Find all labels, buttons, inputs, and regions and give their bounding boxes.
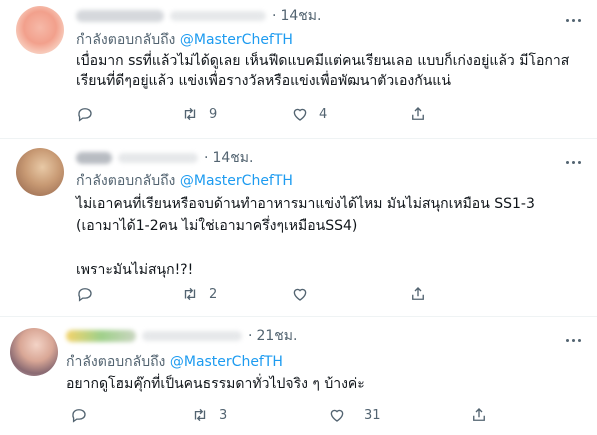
retweet-count: 9 — [209, 106, 218, 122]
author-name[interactable] — [66, 330, 136, 342]
retweet-icon — [194, 408, 206, 422]
tweet-3[interactable]: · 21ชม. กำลังตอบกลับถึง @MasterChefTH อย… — [0, 316, 597, 435]
share-icon — [412, 107, 424, 120]
action-bar: 2 — [76, 284, 536, 304]
reply-button[interactable] — [76, 284, 94, 304]
retweet-icon — [184, 107, 196, 121]
separator-dot: · — [204, 150, 209, 166]
like-count: 31 — [364, 407, 381, 423]
author-handle[interactable] — [118, 153, 198, 163]
more-icon[interactable] — [563, 12, 583, 28]
share-icon — [412, 287, 424, 300]
reply-button[interactable] — [76, 104, 94, 124]
reply-icon — [78, 108, 92, 122]
like-button[interactable] — [291, 284, 319, 304]
retweet-count: 2 — [209, 286, 218, 302]
retweet-button[interactable]: 9 — [181, 104, 217, 124]
mention-link[interactable]: @MasterChefTH — [170, 354, 283, 370]
reply-context: กำลังตอบกลับถึง @MasterChefTH — [66, 351, 283, 373]
reply-context: กำลังตอบกลับถึง @MasterChefTH — [76, 29, 293, 51]
like-icon — [293, 288, 307, 301]
reply-icon — [72, 409, 86, 423]
retweet-count: 3 — [219, 407, 228, 423]
reply-prefix: กำลังตอบกลับถึง — [76, 173, 176, 189]
tweet-text: เบื่อมาก ssที่แล้วไม่ได้ดูเลย เห็นฟีดแบค… — [76, 53, 570, 89]
mention-link[interactable]: @MasterChefTH — [180, 173, 293, 189]
mention-link[interactable]: @MasterChefTH — [180, 32, 293, 48]
tweet-time[interactable]: 21ชม. — [256, 325, 297, 347]
reply-prefix: กำลังตอบกลับถึง — [66, 354, 166, 370]
author-handle[interactable] — [170, 11, 266, 21]
reply-thread: · 14ชม. กำลังตอบกลับถึง @MasterChefTH เบ… — [0, 0, 597, 435]
more-icon[interactable] — [563, 154, 583, 170]
reply-context: กำลังตอบกลับถึง @MasterChefTH — [76, 170, 293, 192]
share-icon — [473, 408, 485, 421]
avatar[interactable] — [16, 148, 64, 196]
author-row: · 21ชม. — [66, 326, 297, 346]
author-handle[interactable] — [142, 331, 242, 341]
tweet-time[interactable]: 14ชม. — [212, 147, 253, 169]
reply-prefix: กำลังตอบกลับถึง — [76, 32, 176, 48]
tweet-1[interactable]: · 14ชม. กำลังตอบกลับถึง @MasterChefTH เบ… — [0, 0, 597, 139]
avatar[interactable] — [16, 6, 64, 54]
action-bar: 9 4 — [76, 104, 536, 124]
share-button[interactable] — [470, 405, 488, 425]
share-button[interactable] — [409, 104, 427, 124]
action-bar: 3 31 — [66, 405, 536, 425]
like-count: 4 — [319, 106, 328, 122]
like-icon — [330, 409, 344, 422]
tweet-2[interactable]: · 14ชม. กำลังตอบกลับถึง @MasterChefTH ไม… — [0, 138, 597, 317]
author-name[interactable] — [76, 10, 164, 22]
avatar[interactable] — [10, 328, 58, 376]
retweet-icon — [184, 287, 196, 301]
separator-dot: · — [272, 8, 277, 24]
tweet-text: อยากดูโฮมคุ๊กที่เป็นคนธรรมดาทั่วไปจริง ๆ… — [66, 376, 365, 392]
tweet-text: ไม่เอาคนที่เรียนหรือจบด้านทำอาหารมาแข่งไ… — [76, 196, 535, 278]
share-button[interactable] — [409, 284, 427, 304]
like-icon — [293, 108, 307, 121]
more-icon[interactable] — [563, 332, 583, 348]
retweet-button[interactable]: 2 — [181, 284, 217, 304]
like-button[interactable]: 31 — [328, 405, 381, 425]
author-row: · 14ชม. — [76, 6, 321, 26]
author-name[interactable] — [76, 152, 112, 164]
author-row: · 14ชม. — [76, 148, 253, 168]
tweet-time[interactable]: 14ชม. — [280, 5, 321, 27]
reply-button[interactable] — [70, 405, 88, 425]
separator-dot: · — [248, 328, 253, 344]
reply-icon — [78, 288, 92, 302]
like-button[interactable]: 4 — [291, 104, 327, 124]
retweet-button[interactable]: 3 — [191, 405, 227, 425]
